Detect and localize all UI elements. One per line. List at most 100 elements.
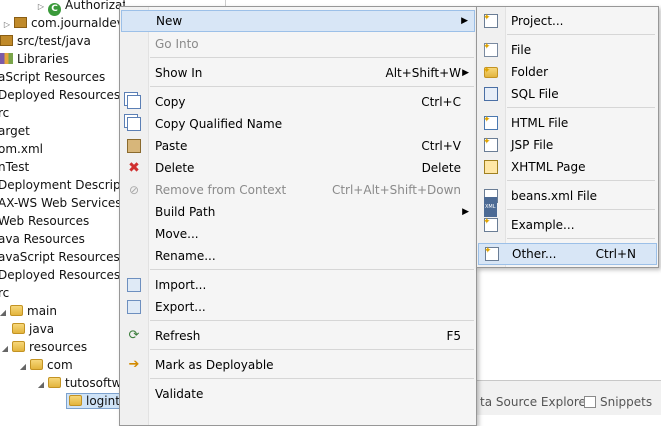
submenu-arrow-icon: ▶ xyxy=(462,68,469,78)
submenu-item-file[interactable]: File xyxy=(478,37,657,60)
tree-item-tutosoftw[interactable]: ◢ tutosoftw xyxy=(36,374,122,394)
tree-item[interactable]: nTest xyxy=(0,158,29,176)
refresh-icon: ⟳ xyxy=(128,328,140,343)
tree-item[interactable]: Web Resources xyxy=(0,212,89,230)
submenu-item-html-file[interactable]: HTML File xyxy=(478,110,657,133)
tab-data-source-explorer[interactable]: ta Source Explorer xyxy=(480,395,591,409)
tree-item[interactable]: AX-WS Web Services xyxy=(0,194,122,212)
menu-item-move[interactable]: Move... xyxy=(121,224,475,244)
deploy-icon: ➔ xyxy=(128,357,140,372)
tree-item[interactable]: Deployed Resources xyxy=(0,86,120,104)
copy-icon xyxy=(127,95,141,109)
remove-context-icon: ⊘ xyxy=(128,183,140,197)
menu-item-go-into[interactable]: Go Into xyxy=(121,34,475,54)
collapse-arrow-icon[interactable]: ◢ xyxy=(18,358,28,376)
file-icon xyxy=(483,37,498,57)
tree-item-resources[interactable]: ◢ resources xyxy=(0,338,87,356)
menu-item-paste[interactable]: Paste Ctrl+V xyxy=(121,136,475,156)
menu-item-new[interactable]: New ▶ xyxy=(121,10,475,32)
folder-icon xyxy=(69,395,82,406)
folder-icon xyxy=(12,323,25,334)
submenu-item-folder[interactable]: Folder xyxy=(478,61,657,82)
tree-item[interactable]: rc xyxy=(0,284,9,302)
tree-item-java[interactable]: java xyxy=(12,320,54,338)
menu-separator xyxy=(150,378,474,379)
submenu-item-sql-file[interactable]: SQL File xyxy=(478,84,657,104)
tree-item[interactable]: rc xyxy=(0,104,9,122)
sql-file-icon xyxy=(484,87,498,101)
tree-item[interactable]: om.xml xyxy=(0,140,43,158)
menu-item-mark-as-deployable[interactable]: ➔ Mark as Deployable xyxy=(121,355,475,375)
menu-item-remove-from-context[interactable]: ⊘ Remove from Context Ctrl+Alt+Shift+Dow… xyxy=(121,180,475,200)
tree-item-src-test-java[interactable]: src/test/java xyxy=(0,32,91,50)
new-submenu: Project... File Folder SQL File HTML Fil… xyxy=(476,6,659,268)
menu-item-build-path[interactable]: Build Path ▶ xyxy=(121,202,475,222)
libraries-icon xyxy=(0,53,13,64)
package-icon xyxy=(0,35,13,46)
menu-separator xyxy=(150,320,474,321)
menu-separator xyxy=(507,238,655,239)
menu-item-import[interactable]: Import... xyxy=(121,275,475,295)
menu-separator xyxy=(507,209,655,210)
tree-item-com[interactable]: ◢ com xyxy=(18,356,73,374)
folder-icon xyxy=(12,341,25,352)
folder-icon xyxy=(30,359,43,370)
menu-item-export[interactable]: Export... xyxy=(121,297,475,317)
tree-item-authorizationfilter[interactable]: ▷CAuthorizationFilter xyxy=(36,0,125,16)
tree-item-logint[interactable]: logint xyxy=(66,392,124,410)
menu-separator xyxy=(507,107,655,108)
tree-item[interactable]: ava Resources xyxy=(0,230,85,248)
tree-item[interactable]: arget xyxy=(0,122,30,140)
xhtml-page-icon xyxy=(484,160,498,174)
tree-item-libraries[interactable]: Libraries xyxy=(0,50,69,68)
xml-file-icon xyxy=(484,189,498,217)
folder-icon xyxy=(483,61,498,81)
collapse-arrow-icon[interactable]: ◢ xyxy=(36,376,46,394)
folder-icon xyxy=(48,377,61,388)
context-menu: New ▶ Go Into Show In Alt+Shift+W ▶ Copy… xyxy=(119,6,477,426)
tree-item[interactable]: aScript Resources xyxy=(0,68,105,86)
submenu-item-xhtml-page[interactable]: XHTML Page xyxy=(478,157,657,177)
paste-icon xyxy=(127,139,141,153)
tree-item[interactable]: avaScript Resources xyxy=(0,248,120,266)
import-icon xyxy=(127,278,141,292)
menu-separator xyxy=(150,57,474,58)
menu-item-rename[interactable]: Rename... xyxy=(121,246,475,266)
package-icon xyxy=(14,17,27,28)
menu-item-show-in[interactable]: Show In Alt+Shift+W ▶ xyxy=(121,63,475,83)
menu-separator xyxy=(150,86,474,87)
collapse-arrow-icon[interactable]: ◢ xyxy=(0,304,8,322)
bottom-panel: ta Source Explorer Snippets xyxy=(460,380,661,415)
collapse-arrow-icon[interactable]: ◢ xyxy=(0,340,10,358)
menu-separator xyxy=(150,269,474,270)
submenu-item-other[interactable]: Other... Ctrl+N xyxy=(478,241,657,265)
submenu-item-beans-xml-file[interactable]: beans.xml File xyxy=(478,186,657,217)
submenu-item-project[interactable]: Project... xyxy=(478,8,657,31)
example-icon xyxy=(483,212,498,232)
delete-icon: ✖ xyxy=(128,160,140,176)
menu-item-delete[interactable]: ✖ Delete Delete xyxy=(121,158,475,178)
project-explorer-tree: ▷CAuthorizationFilter ▷com.journaldev. s… xyxy=(0,0,125,414)
folder-icon xyxy=(10,305,23,316)
jsp-file-icon xyxy=(483,132,498,152)
submenu-arrow-icon: ▶ xyxy=(461,16,468,26)
menu-separator xyxy=(507,180,655,181)
menu-item-refresh[interactable]: ⟳ Refresh F5 xyxy=(121,326,475,346)
menu-separator xyxy=(507,34,655,35)
tree-item[interactable]: Deployment Descriptor: xyxy=(0,176,125,194)
tree-item-main[interactable]: ◢ main xyxy=(0,302,57,320)
copy-qualified-name-icon xyxy=(127,117,141,131)
snippets-icon xyxy=(584,396,596,408)
tree-item-package[interactable]: ▷ com.journaldev. xyxy=(2,14,125,32)
tab-snippets[interactable]: Snippets xyxy=(584,395,652,409)
menu-item-copy-qualified-name[interactable]: Copy Qualified Name xyxy=(121,114,475,134)
other-icon xyxy=(484,241,499,261)
menu-item-copy[interactable]: Copy Ctrl+C xyxy=(121,92,475,112)
submenu-item-jsp-file[interactable]: JSP File xyxy=(478,132,657,155)
project-icon xyxy=(483,8,498,28)
tree-item[interactable]: Deployed Resources xyxy=(0,266,120,284)
menu-item-validate[interactable]: Validate xyxy=(121,384,475,404)
export-icon xyxy=(127,300,141,314)
html-file-icon xyxy=(483,110,498,130)
submenu-item-example[interactable]: Example... xyxy=(478,212,657,235)
